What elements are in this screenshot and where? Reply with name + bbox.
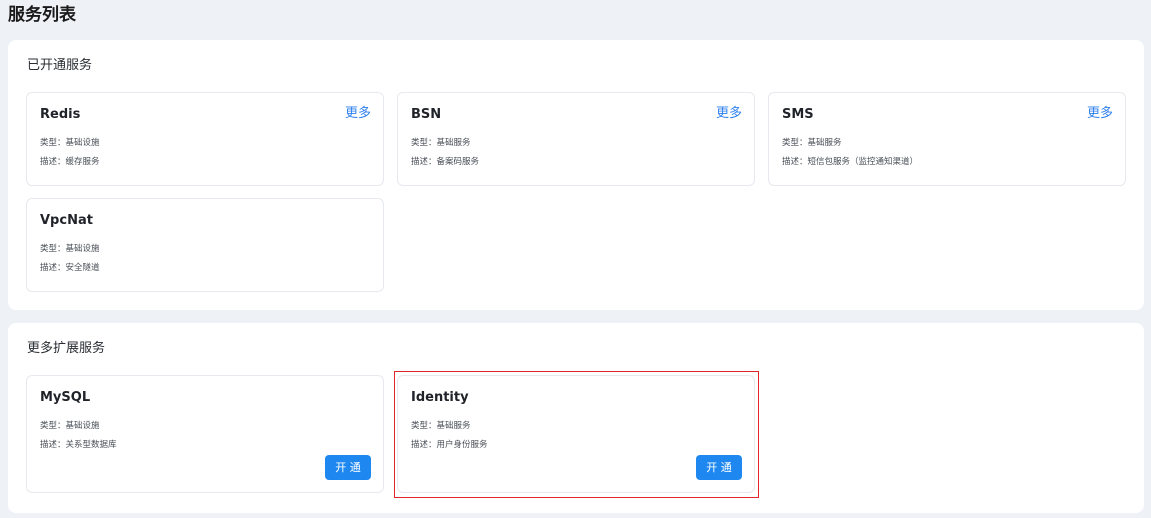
activate-button[interactable]: 开 通 <box>696 455 742 480</box>
service-name: Identity <box>411 390 469 405</box>
service-description: 描述：用户身份服务 <box>411 440 488 450</box>
more-link[interactable]: 更多 <box>716 105 742 123</box>
more-services-section: 更多扩展服务 MySQL 类型：基础设施 描述：关系型数据库 开 通 Ident… <box>8 323 1144 513</box>
service-card-sms: SMS 更多 类型：基础服务 描述：短信包服务（监控通知渠道） <box>768 92 1126 186</box>
service-type: 类型：基础服务 <box>782 138 842 148</box>
service-type: 类型：基础设施 <box>40 421 100 431</box>
service-list-page: 服务列表 已开通服务 Redis 更多 类型：基础设施 描述：缓存服务 BSN … <box>0 0 1151 518</box>
service-description: 描述：关系型数据库 <box>40 440 117 450</box>
service-type: 类型：基础设施 <box>40 138 100 148</box>
service-type: 类型：基础服务 <box>411 421 471 431</box>
service-name: BSN <box>411 107 442 122</box>
activate-button[interactable]: 开 通 <box>325 455 371 480</box>
service-name: SMS <box>782 107 814 122</box>
section-title-opened: 已开通服务 <box>27 58 93 73</box>
service-card-identity: Identity 类型：基础服务 描述：用户身份服务 开 通 <box>397 375 755 493</box>
service-name: VpcNat <box>40 213 93 228</box>
service-description: 描述：缓存服务 <box>40 157 100 167</box>
more-link[interactable]: 更多 <box>1087 105 1113 123</box>
service-name: Redis <box>40 107 81 122</box>
more-link[interactable]: 更多 <box>345 105 371 123</box>
service-description: 描述：安全隧道 <box>40 263 100 273</box>
service-card-bsn: BSN 更多 类型：基础服务 描述：备案码服务 <box>397 92 755 186</box>
service-description: 描述：备案码服务 <box>411 157 480 167</box>
service-description: 描述：短信包服务（监控通知渠道） <box>782 157 919 167</box>
service-card-mysql: MySQL 类型：基础设施 描述：关系型数据库 开 通 <box>26 375 384 493</box>
service-type: 类型：基础服务 <box>411 138 471 148</box>
service-name: MySQL <box>40 390 91 405</box>
opened-services-section: 已开通服务 Redis 更多 类型：基础设施 描述：缓存服务 BSN 更多 类型… <box>8 40 1144 310</box>
service-card-redis: Redis 更多 类型：基础设施 描述：缓存服务 <box>26 92 384 186</box>
page-title: 服务列表 <box>8 5 76 25</box>
section-title-more: 更多扩展服务 <box>27 341 106 356</box>
service-card-vpcnat: VpcNat 类型：基础设施 描述：安全隧道 <box>26 198 384 292</box>
service-type: 类型：基础设施 <box>40 244 100 254</box>
